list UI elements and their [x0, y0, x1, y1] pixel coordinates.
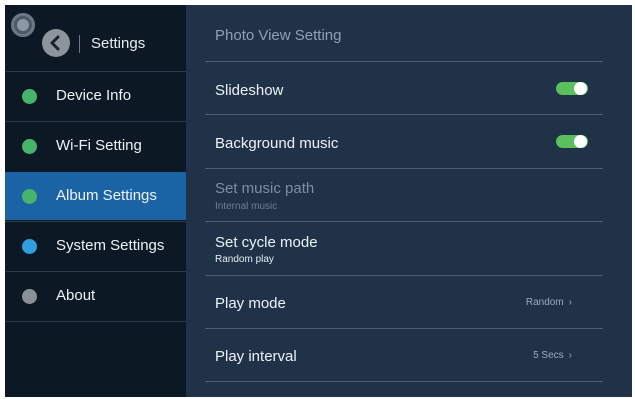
sidebar-item-device-info[interactable]: Device Info — [5, 72, 186, 120]
about-icon — [22, 289, 37, 304]
set-cycle-mode-label[interactable]: Set cycle mode — [215, 234, 318, 251]
chevron-left-icon — [50, 35, 60, 51]
set-music-path-label: Set music path — [215, 180, 315, 197]
wifi-icon — [22, 139, 37, 154]
toggle-knob — [574, 82, 587, 95]
background-music-toggle[interactable] — [556, 135, 588, 148]
sidebar-item-label: System Settings — [56, 237, 165, 254]
info-icon — [22, 89, 37, 104]
sidebar-item-label: Device Info — [56, 87, 132, 104]
chevron-right-icon: › — [568, 297, 572, 308]
divider — [205, 275, 603, 276]
sidebar-item-label: Album Settings — [56, 187, 157, 204]
divider — [205, 114, 603, 115]
sidebar-item-label: Wi-Fi Setting — [56, 137, 142, 154]
play-interval-value-text: 5 Secs — [533, 350, 564, 361]
sidebar: Settings Device Info Wi-Fi Setting Album… — [5, 5, 186, 397]
slideshow-toggle[interactable] — [556, 82, 588, 95]
back-button[interactable] — [42, 29, 70, 57]
power-icon-center — [17, 19, 29, 31]
set-cycle-mode-value: Random play — [215, 254, 274, 265]
toggle-knob — [574, 135, 587, 148]
set-music-path-value: Internal music — [215, 201, 278, 212]
divider — [205, 221, 603, 222]
slideshow-label: Slideshow — [215, 82, 284, 99]
chevron-right-icon: › — [568, 350, 572, 361]
sidebar-item-system-settings[interactable]: System Settings — [5, 222, 186, 270]
play-mode-value[interactable]: Random › — [526, 297, 572, 308]
sidebar-item-album-settings[interactable]: Album Settings — [5, 172, 186, 220]
system-icon — [22, 239, 37, 254]
divider — [5, 321, 186, 322]
sidebar-item-wifi-setting[interactable]: Wi-Fi Setting — [5, 122, 186, 170]
album-icon — [22, 189, 37, 204]
power-icon[interactable] — [11, 13, 35, 37]
divider — [205, 168, 603, 169]
sidebar-item-label: About — [56, 287, 96, 304]
divider — [205, 61, 603, 62]
title-divider — [79, 35, 80, 53]
sidebar-title: Settings — [91, 35, 146, 52]
background-music-label: Background music — [215, 135, 339, 152]
play-interval-value[interactable]: 5 Secs › — [533, 350, 572, 361]
sidebar-item-about[interactable]: About — [5, 272, 186, 320]
page-title: Photo View Setting — [215, 27, 342, 44]
play-mode-value-text: Random — [525, 297, 564, 308]
divider — [205, 328, 603, 329]
play-mode-label[interactable]: Play mode — [215, 295, 286, 312]
divider — [205, 381, 603, 382]
play-interval-label[interactable]: Play interval — [215, 348, 297, 365]
